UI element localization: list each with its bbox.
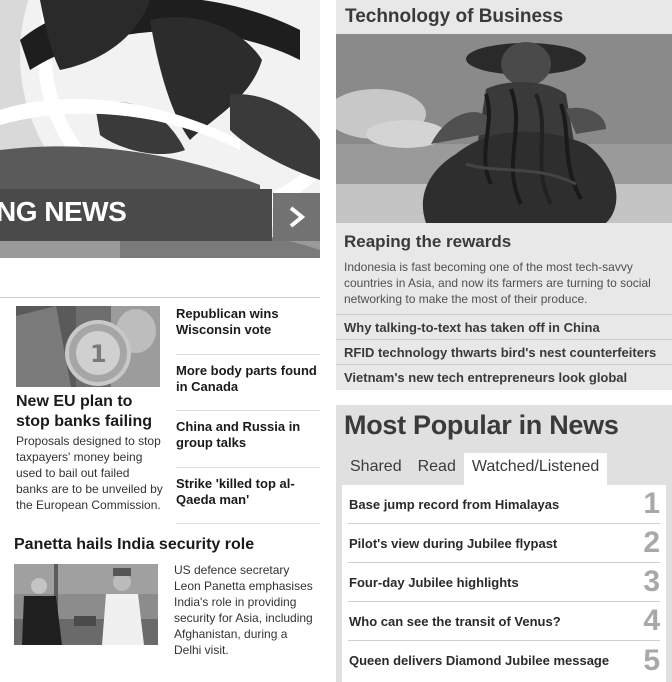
tob-feature-image[interactable] [336, 34, 672, 223]
eu-story-headline[interactable]: New EU plan to stop banks failing [16, 392, 166, 432]
tab-shared[interactable]: Shared [342, 453, 410, 485]
list-item-title: Pilot's view during Jubilee flypast [349, 535, 558, 551]
headline-list: Republican wins Wisconsin vote More body… [176, 298, 320, 524]
svg-text:1: 1 [90, 340, 107, 368]
list-item[interactable]: Queen delivers Diamond Jubilee message 5 [348, 641, 660, 680]
most-popular-list: Base jump record from Himalayas 1 Pilot'… [342, 485, 666, 682]
tob-link-list: Why talking-to-text has taken off in Chi… [336, 314, 672, 389]
meeting-photo [14, 564, 158, 645]
headline-item[interactable]: Republican wins Wisconsin vote [176, 298, 320, 355]
chevron-right-icon [289, 206, 305, 228]
rank-number: 3 [643, 565, 660, 598]
list-item[interactable]: Pilot's view during Jubilee flypast 2 [348, 524, 660, 563]
list-item-title: Base jump record from Himalayas [349, 496, 560, 512]
eu-story-image[interactable]: 1 [16, 306, 160, 387]
most-popular-heading: Most Popular in News [344, 410, 619, 440]
technology-of-business-panel: Technology of Business Reaping the rewar… [336, 0, 672, 390]
farmer-photo [336, 34, 672, 223]
most-popular-tabs: Shared Read Watched/Listened [342, 453, 608, 485]
tab-read[interactable]: Read [410, 453, 464, 485]
tob-feature-summary: Indonesia is fast becoming one of the mo… [344, 260, 651, 306]
headline-item[interactable]: More body parts found in Canada [176, 355, 320, 411]
panetta-story-headline[interactable]: Panetta hails India security role [14, 536, 254, 554]
tab-watched-listened[interactable]: Watched/Listened [463, 453, 608, 485]
rank-number: 2 [643, 526, 660, 559]
panetta-story-image[interactable] [14, 564, 158, 645]
list-item[interactable]: Four-day Jubilee highlights 3 [348, 563, 660, 602]
headline-item[interactable]: China and Russia in group talks [176, 411, 320, 468]
panetta-story-summary: US defence secretary Leon Panetta emphas… [174, 563, 313, 657]
most-popular-panel: Most Popular in News Shared Read Watched… [336, 405, 672, 682]
list-item-title: Queen delivers Diamond Jubilee message [349, 653, 610, 668]
tob-link[interactable]: RFID technology thwarts bird's nest coun… [336, 339, 672, 364]
list-item[interactable]: Who can see the transit of Venus? 4 [348, 602, 660, 641]
banner-next-button[interactable] [273, 193, 320, 241]
tob-link[interactable]: Why talking-to-text has taken off in Chi… [336, 314, 672, 339]
rank-number: 4 [643, 604, 660, 637]
list-item[interactable]: Base jump record from Himalayas 1 [348, 485, 660, 524]
list-item-title: Who can see the transit of Venus? [349, 613, 561, 629]
rank-number: 1 [643, 487, 660, 520]
list-item-title: Four-day Jubilee highlights [349, 574, 519, 590]
banner-headline: NG NEWS [0, 196, 127, 227]
eu-story-summary: Proposals designed to stop taxpayers' mo… [16, 434, 163, 512]
tob-feature-headline[interactable]: Reaping the rewards [344, 232, 511, 252]
rank-number: 5 [643, 643, 660, 677]
tob-link[interactable]: Vietnam's new tech entrepreneurs look gl… [336, 364, 672, 389]
breaking-news-banner[interactable]: NG NEWS [0, 0, 320, 258]
headline-item[interactable]: Strike 'killed top al-Qaeda man' [176, 468, 320, 524]
coin-photo: 1 [16, 306, 160, 387]
tob-heading[interactable]: Technology of Business [345, 6, 563, 28]
